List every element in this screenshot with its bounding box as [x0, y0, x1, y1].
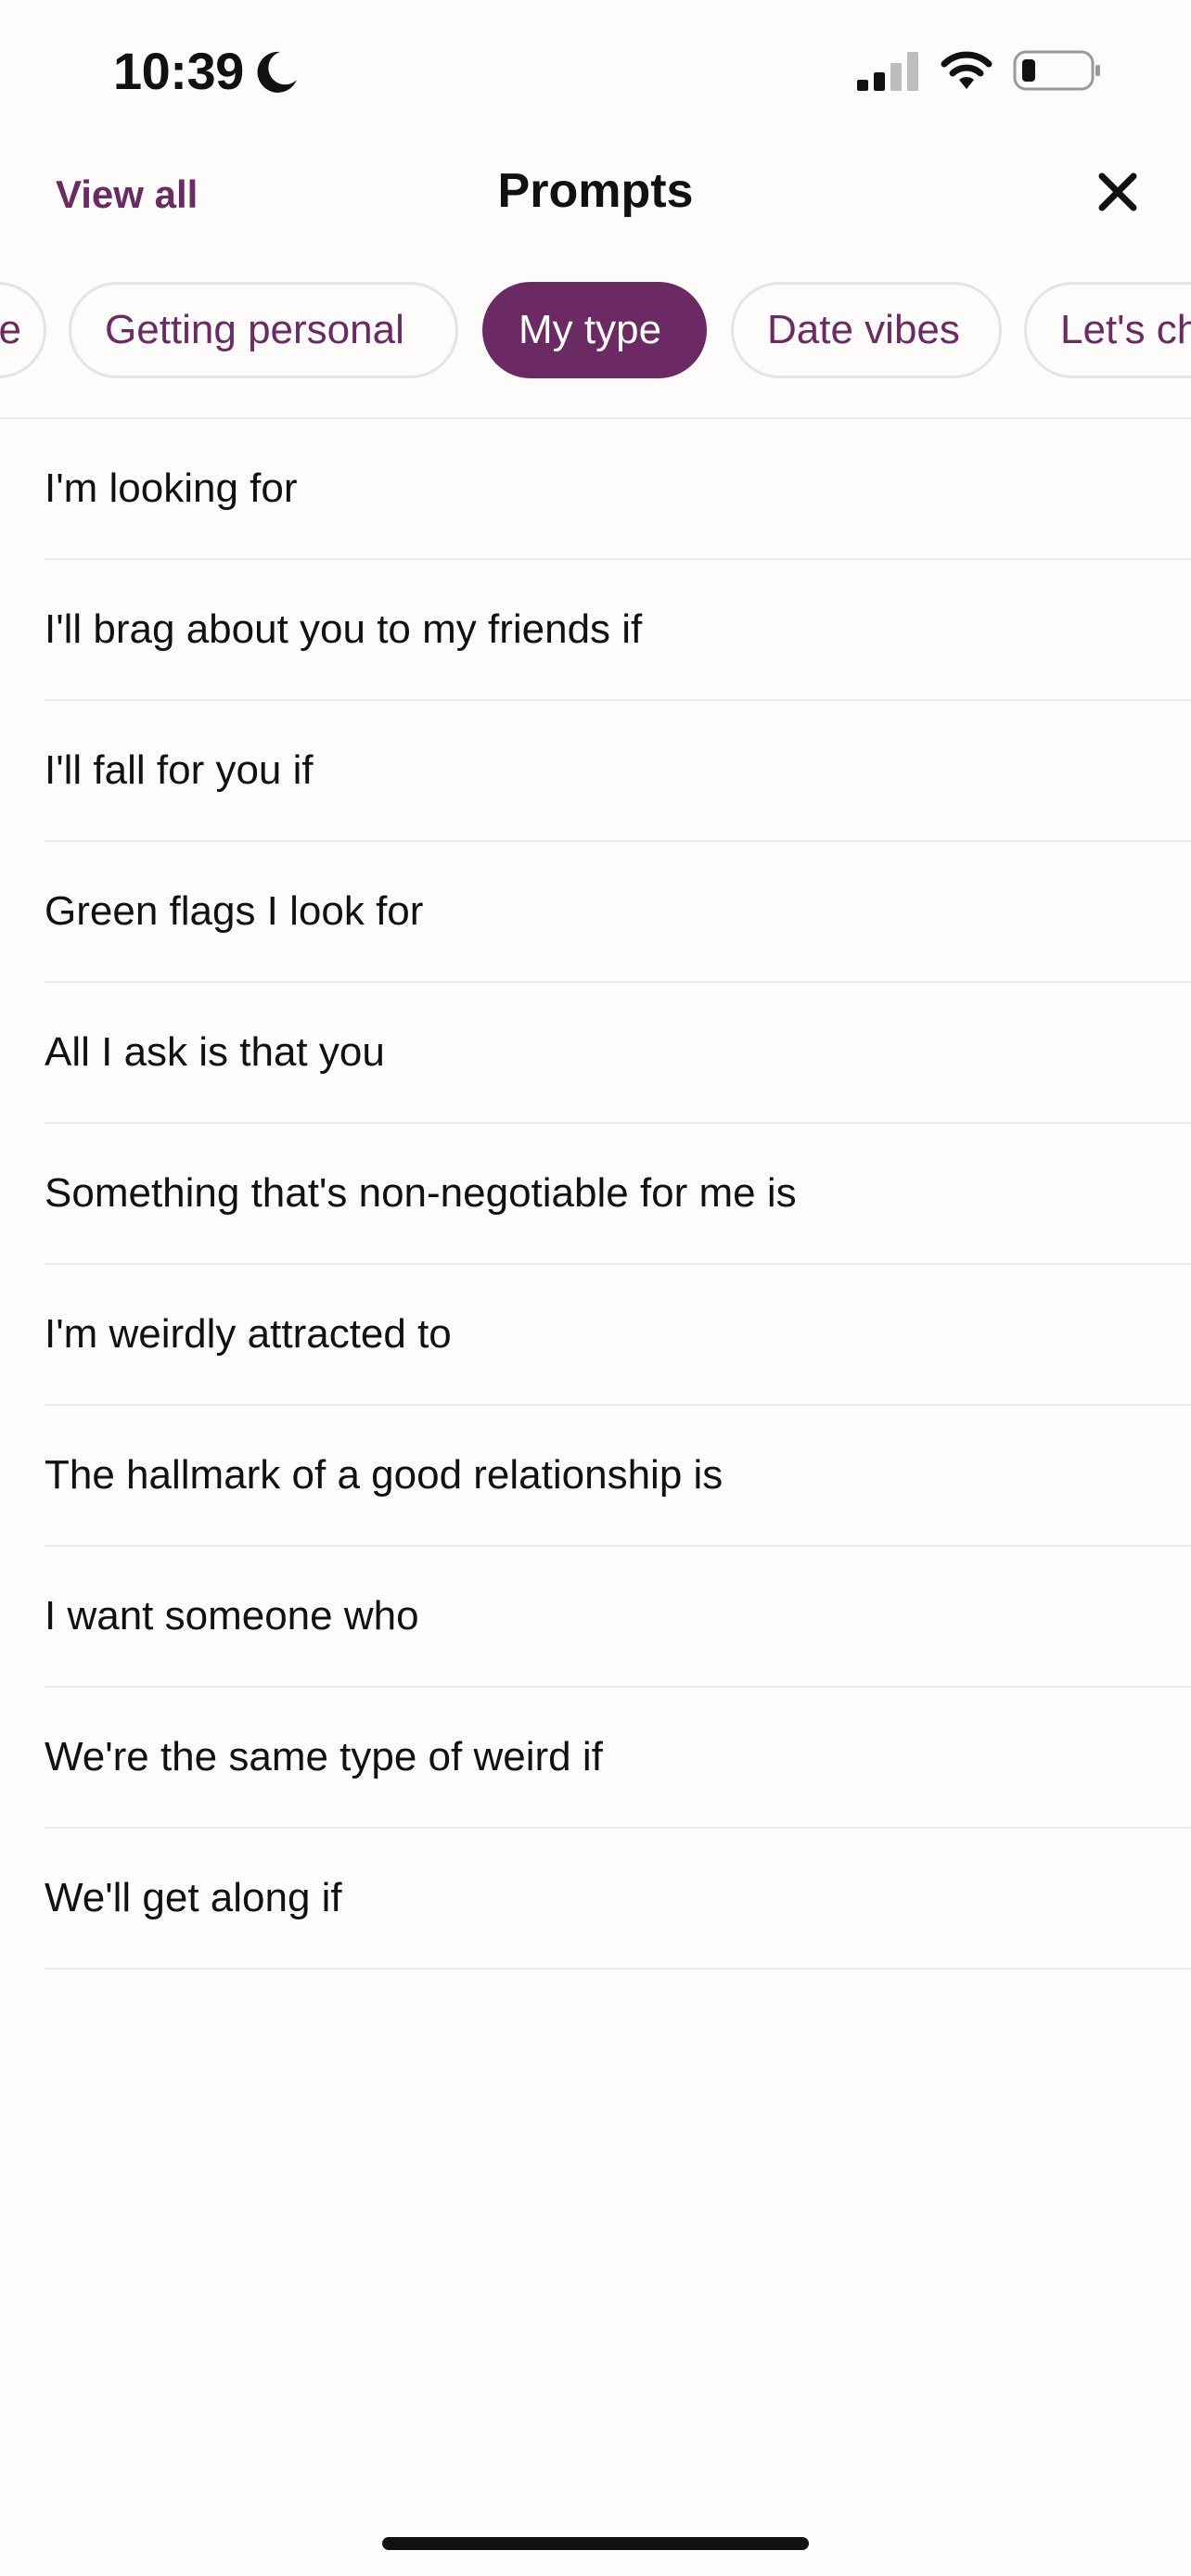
prompt-item[interactable]: All I ask is that you	[0, 983, 1191, 1124]
close-icon[interactable]	[1095, 169, 1141, 215]
prompt-label: I'll fall for you if	[45, 747, 314, 793]
prompt-item[interactable]: We're the same type of weird if	[0, 1688, 1191, 1829]
status-time: 10:39	[113, 42, 244, 100]
prompt-label: I'll brag about you to my friends if	[45, 606, 643, 652]
wifi-icon	[941, 51, 992, 89]
tab-previous-category[interactable]: e	[0, 282, 46, 378]
prompt-label: Green flags I look for	[45, 888, 424, 934]
tab-getting-personal[interactable]: Getting personal	[69, 282, 458, 378]
prompt-list: I'm looking for I'll brag about you to m…	[0, 419, 1191, 1970]
prompt-item[interactable]: Something that's non-negotiable for me i…	[0, 1124, 1191, 1265]
prompt-label: I'm looking for	[45, 465, 298, 511]
prompt-label: Something that's non-negotiable for me i…	[45, 1170, 797, 1216]
divider	[45, 1968, 1191, 1970]
prompt-label: The hallmark of a good relationship is	[45, 1452, 724, 1498]
prompt-label: We're the same type of weird if	[45, 1734, 603, 1779]
prompt-label: I'm weirdly attracted to	[45, 1311, 452, 1357]
tab-date-vibes[interactable]: Date vibes	[731, 282, 1002, 378]
prompt-item[interactable]: Green flags I look for	[0, 842, 1191, 983]
prompt-item[interactable]: We'll get along if	[0, 1829, 1191, 1970]
prompt-item[interactable]: The hallmark of a good relationship is	[0, 1406, 1191, 1547]
category-tabs: e Getting personal My type Date vibes Le…	[0, 280, 1191, 382]
prompt-item[interactable]: I'm weirdly attracted to	[0, 1265, 1191, 1406]
tab-my-type[interactable]: My type	[482, 282, 707, 378]
prompt-item[interactable]: I'm looking for	[0, 419, 1191, 560]
prompt-item[interactable]: I want someone who	[0, 1547, 1191, 1688]
status-bar: 10:39	[0, 0, 1191, 139]
battery-icon	[1013, 50, 1100, 91]
home-indicator[interactable]	[382, 2537, 809, 2550]
prompt-item[interactable]: I'll brag about you to my friends if	[0, 560, 1191, 701]
prompt-label: We'll get along if	[45, 1875, 342, 1920]
header: View all Prompts	[0, 148, 1191, 241]
prompt-label: I want someone who	[45, 1593, 419, 1639]
signal-icon	[857, 52, 918, 91]
prompt-item[interactable]: I'll fall for you if	[0, 701, 1191, 842]
page-title: Prompts	[497, 164, 694, 218]
tab-lets-chat[interactable]: Let's ch	[1024, 282, 1191, 378]
prompt-label: All I ask is that you	[45, 1029, 385, 1075]
moon-icon	[257, 51, 297, 93]
